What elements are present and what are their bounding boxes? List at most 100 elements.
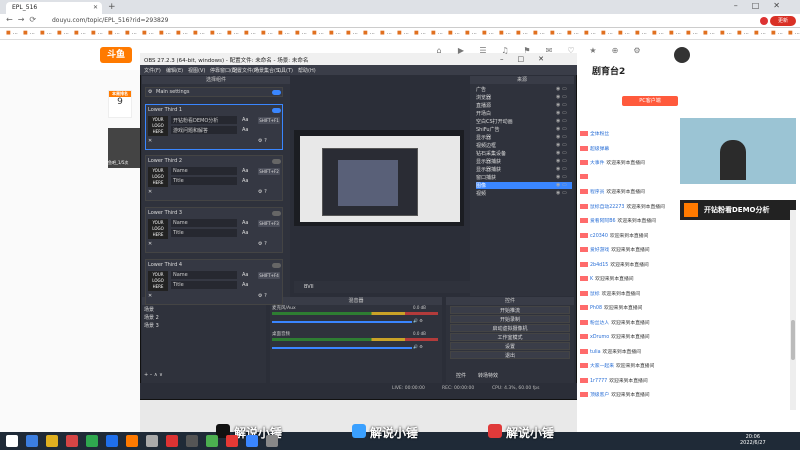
eye-lock-icon[interactable]: ◉ ▭ (556, 118, 567, 124)
source-item[interactable]: 视频边框 (476, 142, 496, 149)
new-tab-icon[interactable]: + (108, 2, 116, 12)
lower-third-line1[interactable]: Name (171, 271, 237, 279)
source-item[interactable]: 显示器捕获 (476, 166, 501, 173)
header-nav-icon[interactable]: ♡ (564, 46, 578, 55)
source-item[interactable]: 浏览器 (476, 94, 491, 101)
obs-menu-item[interactable]: 工具(T) (276, 67, 293, 74)
remove-icon[interactable]: ✕ (148, 138, 152, 144)
bookmark-item[interactable]: … (108, 30, 120, 36)
bookmark-item[interactable]: … (533, 30, 545, 36)
chat-user[interactable]: 爱好游戏 (590, 248, 609, 253)
bookmark-item[interactable]: … (499, 30, 511, 36)
source-item[interactable]: 显示器 (476, 134, 491, 141)
volume-slider[interactable] (272, 321, 412, 323)
site-logo[interactable]: 斗鱼 (100, 47, 132, 63)
lower-third-toggle[interactable] (272, 263, 281, 268)
settings-gear-icon[interactable]: ⚙ ? (258, 138, 267, 144)
lower-third-line1[interactable]: Name (171, 167, 237, 175)
text-format-icon[interactable]: Aa (242, 282, 248, 288)
lower-third-toggle[interactable] (272, 211, 281, 216)
bookmark-item[interactable]: … (635, 30, 647, 36)
taskbar-app-icon[interactable] (206, 435, 218, 447)
browser-tab[interactable]: EPL_516 ✕ (6, 2, 102, 14)
source-item[interactable]: 广告 (476, 86, 486, 93)
taskbar-app-icon[interactable] (26, 435, 38, 447)
bookmark-item[interactable]: … (397, 30, 409, 36)
eye-lock-icon[interactable]: ◉ ▭ (556, 142, 567, 148)
lower-third-line2[interactable]: Title (171, 229, 237, 237)
bookmark-item[interactable]: … (482, 30, 494, 36)
header-nav-icon[interactable]: ⚙ (630, 46, 644, 55)
bookmark-item[interactable]: … (788, 30, 800, 36)
eye-lock-icon[interactable]: ◉ ▭ (556, 158, 567, 164)
eye-lock-icon[interactable]: ◉ ▭ (556, 166, 567, 172)
scene-item[interactable]: 场景 (144, 306, 154, 313)
bookmark-item[interactable]: … (363, 30, 375, 36)
taskbar-app-icon[interactable] (106, 435, 118, 447)
eye-lock-icon[interactable]: ◉ ▭ (556, 94, 567, 100)
scene-item[interactable]: 场景 2 (144, 314, 159, 321)
window-controls[interactable]: –□✕ (734, 1, 794, 10)
lower-third-toggle[interactable] (272, 159, 281, 164)
eye-lock-icon[interactable]: ◉ ▭ (556, 134, 567, 140)
control-button[interactable]: 工作室模式 (450, 333, 570, 341)
bookmark-item[interactable]: … (601, 30, 613, 36)
bookmark-item[interactable]: … (125, 30, 137, 36)
bookmark-item[interactable]: … (159, 30, 171, 36)
text-format-icon[interactable]: Aa (242, 230, 248, 236)
lower-third-line1[interactable]: 开钻粉看DEMO分析 (171, 116, 237, 124)
chat-user[interactable]: 顶级客户 (590, 393, 609, 398)
bookmark-item[interactable]: … (720, 30, 732, 36)
obs-menu-item[interactable]: 帮助(H) (298, 67, 316, 74)
profile-avatar[interactable] (760, 17, 768, 25)
main-settings-toggle[interactable] (272, 90, 281, 95)
control-button[interactable]: 设置 (450, 342, 570, 350)
bookmark-item[interactable]: … (278, 30, 290, 36)
header-nav-icon[interactable]: ⚑ (520, 46, 534, 55)
header-nav-icon[interactable]: ✉ (542, 46, 556, 55)
chat-user[interactable]: 2b4d15 (590, 263, 608, 268)
bookmark-item[interactable]: … (346, 30, 358, 36)
lower-third-line2[interactable]: Title (171, 177, 237, 185)
obs-menu-item[interactable]: 文件(F) (144, 67, 161, 74)
bookmark-item[interactable]: … (618, 30, 630, 36)
settings-gear-icon[interactable]: ⚙ ? (258, 293, 267, 299)
taskbar-app-icon[interactable] (86, 435, 98, 447)
eye-lock-icon[interactable]: ◉ ▭ (556, 174, 567, 180)
header-nav-icon[interactable]: ☰ (476, 46, 490, 55)
taskbar-app-icon[interactable] (66, 435, 78, 447)
eye-lock-icon[interactable]: ◉ ▭ (556, 182, 567, 188)
bookmark-item[interactable]: … (329, 30, 341, 36)
chat-user[interactable]: tulia (590, 350, 601, 355)
source-item[interactable]: 开场白 (476, 110, 491, 117)
eye-lock-icon[interactable]: ◉ ▭ (556, 110, 567, 116)
close-tab-icon[interactable]: ✕ (93, 4, 98, 11)
source-item[interactable]: 窗口捕获 (476, 174, 496, 181)
source-item[interactable]: 显示器捕获 (476, 158, 501, 165)
chat-user[interactable]: 鼠标 (590, 292, 600, 297)
bookmark-item[interactable]: … (57, 30, 69, 36)
bookmark-item[interactable]: … (23, 30, 35, 36)
eye-lock-icon[interactable]: ◉ ▭ (556, 102, 567, 108)
eye-lock-icon[interactable]: ◉ ▭ (556, 150, 567, 156)
bookmark-item[interactable]: … (669, 30, 681, 36)
volume-slider[interactable] (272, 347, 412, 349)
obs-menu-item[interactable]: 编辑(E) (166, 67, 183, 74)
bookmark-item[interactable]: … (465, 30, 477, 36)
text-format-icon[interactable]: Aa (242, 220, 248, 226)
bookmark-item[interactable]: … (550, 30, 562, 36)
settings-gear-icon[interactable]: ⚙ ? (258, 241, 267, 247)
control-button[interactable]: 退出 (450, 351, 570, 359)
header-nav-icon[interactable]: ♫ (498, 46, 512, 55)
control-button[interactable]: 开始推流 (450, 306, 570, 314)
chat-user[interactable]: 全体粉丝 (590, 132, 609, 137)
scene-add-remove-icons[interactable]: + – ∧ ∨ (144, 372, 163, 378)
bottom-tab[interactable]: 转场特效 (478, 372, 498, 379)
nav-buttons[interactable]: ←→⟳ (6, 15, 41, 24)
bookmark-item[interactable]: … (737, 30, 749, 36)
bookmark-item[interactable]: … (652, 30, 664, 36)
bookmark-item[interactable]: … (193, 30, 205, 36)
header-nav-icon[interactable]: ▶ (454, 46, 468, 55)
speaker-icon[interactable]: 🔊 ⚙ (413, 318, 423, 323)
obs-menu-item[interactable]: 视图(V) (188, 67, 205, 74)
